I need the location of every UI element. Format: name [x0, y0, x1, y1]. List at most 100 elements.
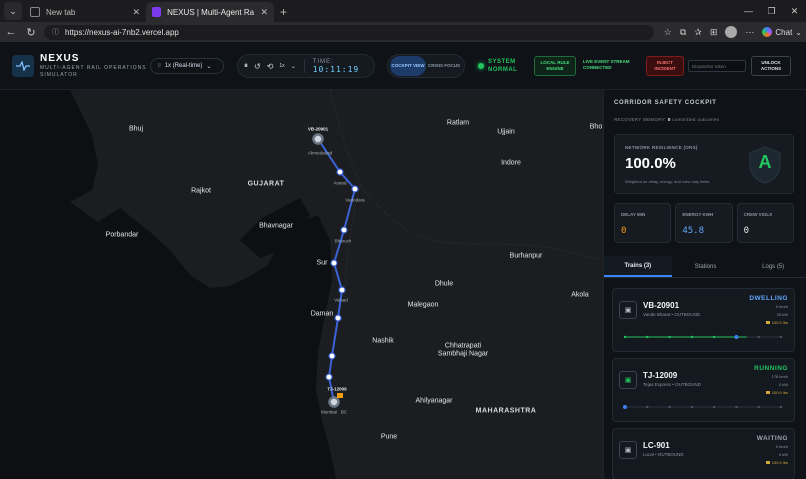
newtab-favicon-icon	[30, 7, 40, 17]
extensions-icon[interactable]: ⧉	[680, 27, 686, 38]
station-node[interactable]	[328, 396, 340, 408]
chat-button[interactable]: Chat ⌄	[762, 27, 802, 37]
close-tab-icon[interactable]: ✕	[132, 7, 140, 18]
more-icon[interactable]: ⋯	[745, 27, 754, 38]
train-progress	[623, 335, 783, 339]
pause-icon[interactable]: ⏸	[244, 61, 248, 71]
dispatcher-token-input[interactable]	[688, 60, 746, 72]
kpi-label: CREW VIOLS	[743, 212, 773, 217]
resilience-label: NETWORK RESILIENCE (ORS)	[625, 145, 698, 150]
reset-icon[interactable]: ↺	[254, 62, 261, 71]
station-node[interactable]	[334, 314, 342, 322]
local-rule-engine-badge: LOCAL RULE ENGINE	[534, 56, 576, 76]
inject-incident-button[interactable]: INJECT INCIDENT	[646, 56, 684, 76]
new-tab-icon[interactable]: +	[280, 5, 287, 19]
profile-avatar[interactable]	[725, 26, 738, 38]
progress-stop	[690, 405, 694, 409]
map-train-label-tj: TJ-12009	[327, 386, 347, 392]
map-label-valsad: Valsad	[334, 297, 348, 303]
favorites-icon[interactable]: ✰	[694, 27, 702, 38]
station-node[interactable]	[312, 133, 324, 145]
map-label-indore: Indore	[501, 159, 521, 167]
train-marker-icon[interactable]	[337, 393, 343, 398]
url-text: https://nexus-ai-7nb2.vercel.app	[65, 27, 179, 37]
map-label-ahilyanagar: Ahilyanagar	[415, 397, 453, 405]
panel-title: CORRIDOR SAFETY COCKPIT	[614, 100, 717, 106]
map-basemap	[0, 90, 603, 479]
train-energy: 100.0 lbs	[765, 390, 788, 395]
train-card-lc[interactable]: ▣ LC-901 Local • OUTBOUND WAITING 0 km/h…	[612, 428, 795, 479]
progress-stop	[668, 335, 671, 339]
bookmark-star-icon[interactable]: ☆	[664, 27, 672, 38]
corridor-safety-panel: CORRIDOR SAFETY COCKPIT RECOVERY MEMORY:…	[603, 90, 806, 479]
station-node[interactable]	[340, 226, 348, 234]
brand-subtitle-1: MULTI-AGENT RAIL OPERATIONS	[40, 64, 147, 71]
map-label-bhavnagar: Bhavnagar	[259, 222, 293, 230]
train-card-tj[interactable]: ▣ TJ-12009 Tejas Express • OUTBOUND RUNN…	[612, 358, 795, 422]
mode-crisis-focus[interactable]: CRISIS FOCUS	[426, 56, 462, 76]
collections-icon[interactable]: ⊞	[710, 27, 718, 38]
progress-stop	[779, 335, 783, 339]
time-value: 10:11:19	[312, 64, 360, 74]
map-label-rajkot: Rajkot	[191, 187, 211, 195]
tab-title: New tab	[46, 7, 76, 17]
brand-subtitle-2: SIMULATOR	[40, 71, 78, 78]
tab-logs[interactable]: Logs (5)	[739, 256, 806, 277]
tab-search-icon[interactable]: ⌄	[4, 2, 22, 20]
station-node[interactable]	[351, 185, 359, 193]
step-value[interactable]: 1x	[279, 63, 284, 69]
map-label-porbandar: Porbandar	[105, 231, 139, 239]
reload-icon[interactable]: ↻	[24, 26, 38, 39]
progress-stop	[668, 405, 671, 409]
nexus-favicon-icon	[152, 7, 162, 17]
mode-cockpit-view[interactable]: COCKPIT VIEW	[390, 56, 426, 76]
battery-icon	[765, 321, 770, 324]
copilot-icon	[762, 27, 773, 37]
train-icon: ▣	[619, 371, 637, 389]
map-label-bho: Bho	[589, 123, 603, 131]
close-window-icon[interactable]: ✕	[783, 0, 806, 22]
train-speed: 0 km/h	[775, 444, 788, 449]
sea-area	[0, 90, 336, 479]
station-node[interactable]	[336, 168, 344, 176]
tab-stations[interactable]: Stations	[672, 256, 740, 277]
train-icon: ▣	[619, 441, 637, 459]
grade-shield-icon: A	[747, 145, 783, 185]
url-field[interactable]: ⓘ https://nexus-ai-7nb2.vercel.app	[44, 24, 654, 40]
station-node[interactable]	[338, 286, 346, 294]
kpi-crew: CREW VIOLS 0	[736, 203, 794, 243]
train-card-vb[interactable]: ▣ VB-20901 Vande Bharat • OUTBOUND DWELL…	[612, 288, 795, 352]
browser-tabstrip: ⌄ New tab ✕ NEXUS | Multi-Agent Rail Net…	[0, 0, 806, 22]
tab-trains[interactable]: Trains (3)	[604, 256, 672, 277]
map-label-chhatrapati: Chhatrapati	[444, 342, 482, 350]
unlock-actions-button[interactable]: UNLOCK ACTIONS	[751, 56, 791, 76]
station-node[interactable]	[325, 373, 333, 381]
pulse-icon	[12, 54, 34, 77]
progress-stop	[757, 405, 760, 409]
maximize-icon[interactable]: ❐	[760, 0, 783, 22]
brand-name: NEXUS	[40, 52, 80, 64]
back-icon[interactable]: ←	[4, 26, 18, 38]
speed-select[interactable]: ⦙⦙ 1x (Real-time) ⌄	[150, 58, 224, 74]
station-node[interactable]	[330, 259, 338, 267]
recovery-memory: RECOVERY MEMORY: 0 committed outcomes	[614, 117, 719, 122]
browser-tab-newtab[interactable]: New tab ✕	[24, 2, 146, 22]
history-icon[interactable]: ⟲	[267, 62, 274, 71]
chevron-down-icon[interactable]: ⌄	[291, 63, 296, 70]
browser-tab-nexus[interactable]: NEXUS | Multi-Agent Rail Network ✕	[146, 2, 274, 22]
minimize-icon[interactable]: —	[737, 0, 760, 22]
map-label-mumbai: Mumbai	[320, 409, 338, 415]
map-label-bharuch: Bharuch	[334, 238, 352, 244]
chevron-down-icon: ⌄	[795, 27, 802, 37]
close-tab-icon[interactable]: ✕	[260, 7, 268, 18]
battery-icon	[765, 461, 770, 464]
site-info-icon[interactable]: ⓘ	[52, 27, 59, 37]
progress-stop	[779, 405, 783, 409]
status-dot-icon	[478, 63, 484, 69]
brand-logo: NEXUS MULTI-AGENT RAIL OPERATIONS SIMULA…	[12, 53, 152, 79]
station-node[interactable]	[328, 352, 336, 360]
train-energy: 100.0 lbs	[765, 460, 788, 465]
train-id: LC-901	[643, 441, 670, 450]
rail-map[interactable]: Bhuj Ratlam Ujjain Bho Indore Rajkot GUJ…	[0, 90, 603, 479]
progress-stop	[646, 335, 649, 339]
